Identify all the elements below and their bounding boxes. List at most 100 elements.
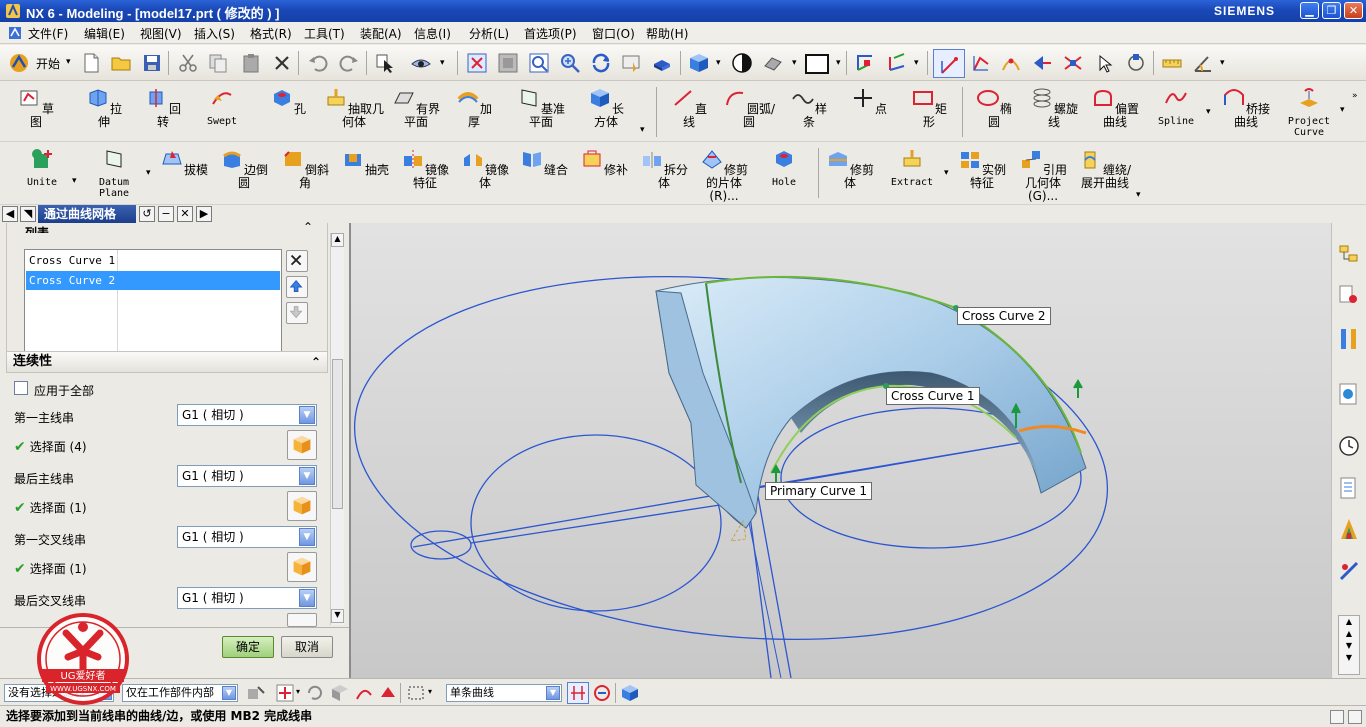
spline-button[interactable]: 样条 [787,87,831,129]
menu-edit[interactable]: 编辑(E) [84,25,125,42]
sew-button[interactable]: 缝合 [520,148,568,177]
view-orient-icon[interactable] [651,52,673,74]
menu-assembly[interactable]: 装配(A) [360,25,402,42]
snap-control-icon[interactable] [1031,52,1053,74]
remove-button[interactable] [286,250,308,272]
history-icon[interactable] [1337,381,1361,407]
scroll-up-icon[interactable]: ▲ [1339,616,1359,628]
filter-settings-icon[interactable] [246,683,266,703]
menu-analysis[interactable]: 分析(L) [469,25,509,42]
body-select-icon[interactable] [620,683,640,703]
collapse-icon[interactable]: − [158,206,174,222]
menu-insert[interactable]: 插入(S) [194,25,235,42]
wrap-unwrap-button[interactable]: 缠绕/展开曲线 [1078,148,1132,190]
open-folder-icon[interactable] [110,52,132,74]
assembly-navigator-icon[interactable] [1337,243,1361,269]
snap-quadrant-icon[interactable] [1125,52,1147,74]
roles-icon[interactable] [1337,515,1361,543]
chevron-down-icon[interactable]: ▾ [792,58,797,68]
chevron-down-icon[interactable]: ▾ [440,58,445,68]
scroll-down-icon[interactable]: ▼ [331,609,344,623]
system-materials-icon[interactable] [1337,559,1361,585]
first-cross-select[interactable]: G1 ( 相切 ) ▼ [177,526,317,548]
chevron-down-icon[interactable]: ▾ [1220,58,1225,68]
scroll-up-icon[interactable]: ▲ [331,233,344,247]
datum-plane-button-2[interactable]: Datum Plane [90,148,138,199]
last-cross-select[interactable]: G1 ( 相切 ) ▼ [177,587,317,609]
wcs-dynamic-icon[interactable] [886,52,908,74]
menu-help[interactable]: 帮助(H) [646,25,688,42]
spline-button-2[interactable]: Spline [1154,87,1198,127]
chevron-down-icon[interactable]: ▾ [146,168,151,178]
next-arrow-icon[interactable]: ▶ [196,206,212,222]
patch-button[interactable]: 修补 [580,148,628,177]
fit-view-icon[interactable] [466,52,488,74]
measure-distance-icon[interactable] [1161,52,1183,74]
chevron-down-icon[interactable]: ▾ [640,125,645,135]
line-button[interactable]: 直线 [667,87,711,129]
curve-rule-select[interactable]: 单条曲线 ▼ [446,684,562,702]
trimmed-sheet-button[interactable]: 修剪的片体(R)... [697,148,751,203]
draft-button[interactable]: 拔模 [160,148,208,177]
rotate-icon[interactable] [590,52,612,74]
follow-fillet-icon[interactable] [592,683,612,703]
paste-icon[interactable] [240,52,262,74]
wcs-orient-icon[interactable] [854,52,876,74]
select-cursor-icon[interactable] [374,52,396,74]
zoom-box-icon[interactable] [528,52,550,74]
ellipse-button[interactable]: 椭圆 [972,87,1016,129]
scrollbar-thumb[interactable] [332,359,343,509]
clock-icon[interactable] [1337,433,1361,459]
revolve-button[interactable]: 回转 [141,87,185,129]
chevron-down-icon[interactable]: ▾ [296,687,300,696]
snap-intersect-icon[interactable] [1062,52,1084,74]
shell-button[interactable]: 抽壳 [341,148,389,177]
dialog-pin-icon[interactable]: ◥ [20,206,36,222]
unite-button[interactable]: Unite [20,148,64,188]
split-body-button[interactable]: 拆分体 [640,148,688,190]
background-icon[interactable] [731,52,753,74]
arc-circle-button[interactable]: 圆弧/圆 [722,87,776,129]
chevron-down-icon[interactable]: ▾ [944,168,949,178]
hole-button[interactable]: 孔 [266,87,310,116]
active-select-mode[interactable] [933,49,965,78]
copy-icon[interactable] [207,52,229,74]
bridge-curve-button[interactable]: 桥接曲线 [1218,87,1274,129]
reference-geometry-button[interactable]: 引用几何体(G)... [1016,148,1070,203]
edge-blend-button[interactable]: 边倒圆 [220,148,268,190]
rectangle-select-icon[interactable] [406,683,426,703]
select-face-button[interactable] [287,552,317,582]
shaded-cube-icon[interactable] [688,52,710,74]
maximize-button[interactable]: ❐ [1322,2,1341,19]
block-button[interactable]: 长方体 [584,87,628,129]
select-face-button[interactable] [287,613,317,627]
resource-bar-scroll[interactable]: ▲ ▲ ▼ ▼ [1338,615,1360,675]
hole-button-2[interactable]: Hole [762,148,806,188]
apply-all-checkbox[interactable] [14,381,28,395]
part-navigator-icon[interactable] [1337,325,1361,353]
reuse-library-icon[interactable] [1337,475,1361,501]
close-button[interactable]: ✕ [1344,2,1363,19]
snap-end-icon[interactable] [970,52,992,74]
extract-geometry-button[interactable]: 抽取几何体 [324,87,384,129]
cut-icon[interactable] [177,52,199,74]
dialog-scrollbar[interactable]: ▲ ▼ [330,233,344,625]
start-button[interactable]: 开始 ▾ [8,51,76,75]
rectangle-button[interactable]: 矩形 [907,87,951,129]
ok-button[interactable]: 确定 [222,636,274,658]
project-curve-button[interactable]: Project Curve [1282,87,1336,138]
chevron-down-icon[interactable]: ▾ [1136,190,1141,200]
first-primary-select[interactable]: G1 ( 相切 ) ▼ [177,404,317,426]
select-face-button[interactable] [287,430,317,460]
menu-info[interactable]: 信息(I) [414,25,451,42]
component-select-icon[interactable] [330,683,350,703]
prev-arrow-icon[interactable]: ◀ [2,206,18,222]
swept-button[interactable]: Swept [200,87,244,127]
continuity-section-header[interactable]: 连续性 ⌃ [6,351,328,373]
pan-icon[interactable] [621,52,643,74]
menu-view[interactable]: 视图(V) [140,25,182,42]
minimize-button[interactable]: ▁ [1300,2,1319,19]
select-face-button[interactable] [287,491,317,521]
undo-icon[interactable] [307,52,329,74]
menu-file[interactable]: 文件(F) [28,25,68,42]
